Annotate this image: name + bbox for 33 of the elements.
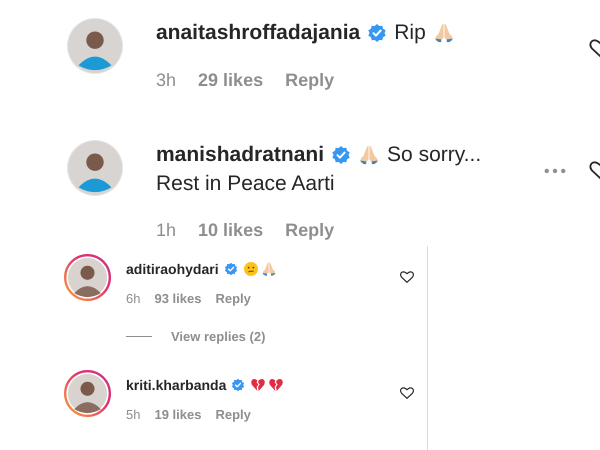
avatar[interactable] [66,139,124,197]
likes-count[interactable]: 19 likes [154,407,202,422]
username[interactable]: kriti.kharbanda [126,377,226,393]
reply-button[interactable]: Reply [215,407,251,422]
username[interactable]: anaitashroffadajania [156,21,360,45]
comment-text: Rip [394,21,426,45]
comment-text: Rest in Peace Aarti [156,172,335,196]
timestamp: 5h [126,407,140,422]
timestamp: 1h [156,220,176,241]
avatar[interactable] [64,370,111,417]
likes-count[interactable]: 10 likes [198,220,264,241]
reply-button[interactable]: Reply [215,291,251,306]
like-icon[interactable] [399,269,415,285]
more-icon[interactable] [544,168,566,174]
praying-hands-icon [358,144,380,166]
like-icon[interactable] [399,385,415,401]
likes-count[interactable]: 29 likes [198,70,264,91]
comment-text: So sorry... [387,143,482,167]
timestamp: 3h [156,70,176,91]
confused-face-icon [242,261,259,277]
praying-hands-icon [432,22,455,44]
username[interactable]: manishadratnani [156,143,324,167]
praying-hands-icon [260,261,277,277]
likes-count[interactable]: 93 likes [154,291,202,306]
reply-button[interactable]: Reply [285,220,334,241]
avatar[interactable] [64,254,111,301]
timestamp: 6h [126,291,140,306]
view-replies-button[interactable]: View replies (2) [171,329,266,344]
username[interactable]: aditiraohydari [126,261,219,277]
broken-heart-icon [250,377,266,393]
reply-button[interactable]: Reply [285,70,334,91]
avatar[interactable] [66,17,124,75]
broken-heart-icon [268,377,284,393]
